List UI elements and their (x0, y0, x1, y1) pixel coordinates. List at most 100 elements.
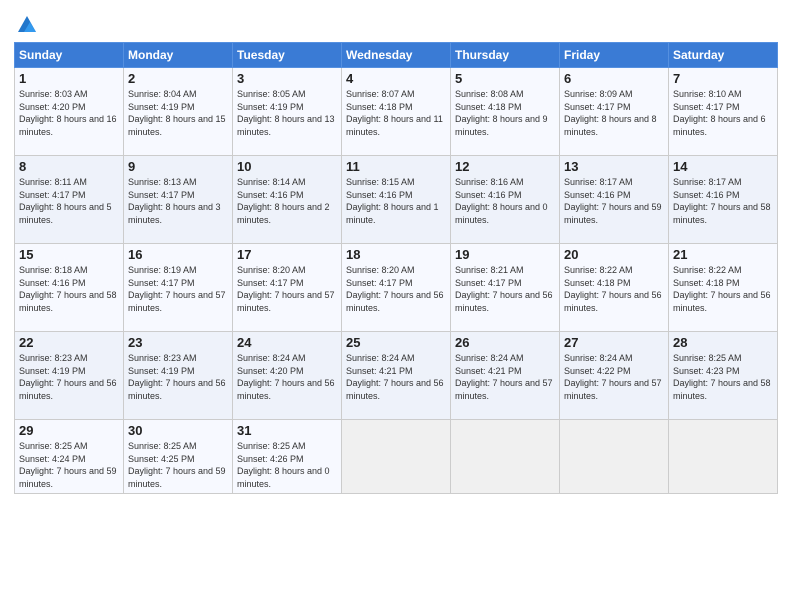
calendar-cell: 3 Sunrise: 8:05 AMSunset: 4:19 PMDayligh… (233, 68, 342, 156)
calendar-week-row: 8 Sunrise: 8:11 AMSunset: 4:17 PMDayligh… (15, 156, 778, 244)
calendar-cell: 25 Sunrise: 8:24 AMSunset: 4:21 PMDaylig… (342, 332, 451, 420)
day-info: Sunrise: 8:20 AMSunset: 4:17 PMDaylight:… (237, 265, 335, 313)
day-number: 21 (673, 247, 773, 262)
logo (14, 10, 38, 36)
day-number: 28 (673, 335, 773, 350)
calendar-week-row: 29 Sunrise: 8:25 AMSunset: 4:24 PMDaylig… (15, 420, 778, 494)
calendar-week-row: 1 Sunrise: 8:03 AMSunset: 4:20 PMDayligh… (15, 68, 778, 156)
calendar-cell: 6 Sunrise: 8:09 AMSunset: 4:17 PMDayligh… (560, 68, 669, 156)
day-info: Sunrise: 8:25 AMSunset: 4:24 PMDaylight:… (19, 441, 117, 489)
calendar-cell: 13 Sunrise: 8:17 AMSunset: 4:16 PMDaylig… (560, 156, 669, 244)
day-number: 26 (455, 335, 555, 350)
column-header-wednesday: Wednesday (342, 43, 451, 68)
day-info: Sunrise: 8:20 AMSunset: 4:17 PMDaylight:… (346, 265, 444, 313)
day-number: 6 (564, 71, 664, 86)
calendar-cell: 20 Sunrise: 8:22 AMSunset: 4:18 PMDaylig… (560, 244, 669, 332)
day-info: Sunrise: 8:17 AMSunset: 4:16 PMDaylight:… (564, 177, 662, 225)
day-number: 12 (455, 159, 555, 174)
day-number: 4 (346, 71, 446, 86)
calendar-cell: 8 Sunrise: 8:11 AMSunset: 4:17 PMDayligh… (15, 156, 124, 244)
column-header-tuesday: Tuesday (233, 43, 342, 68)
day-number: 3 (237, 71, 337, 86)
calendar-header-row: SundayMondayTuesdayWednesdayThursdayFrid… (15, 43, 778, 68)
day-info: Sunrise: 8:08 AMSunset: 4:18 PMDaylight:… (455, 89, 548, 137)
day-number: 30 (128, 423, 228, 438)
calendar-cell: 2 Sunrise: 8:04 AMSunset: 4:19 PMDayligh… (124, 68, 233, 156)
day-number: 18 (346, 247, 446, 262)
column-header-friday: Friday (560, 43, 669, 68)
page: SundayMondayTuesdayWednesdayThursdayFrid… (0, 0, 792, 612)
calendar-cell: 15 Sunrise: 8:18 AMSunset: 4:16 PMDaylig… (15, 244, 124, 332)
day-info: Sunrise: 8:03 AMSunset: 4:20 PMDaylight:… (19, 89, 117, 137)
calendar-cell: 1 Sunrise: 8:03 AMSunset: 4:20 PMDayligh… (15, 68, 124, 156)
column-header-monday: Monday (124, 43, 233, 68)
column-header-sunday: Sunday (15, 43, 124, 68)
day-info: Sunrise: 8:07 AMSunset: 4:18 PMDaylight:… (346, 89, 443, 137)
day-info: Sunrise: 8:24 AMSunset: 4:20 PMDaylight:… (237, 353, 335, 401)
day-info: Sunrise: 8:16 AMSunset: 4:16 PMDaylight:… (455, 177, 548, 225)
day-info: Sunrise: 8:22 AMSunset: 4:18 PMDaylight:… (564, 265, 662, 313)
day-info: Sunrise: 8:13 AMSunset: 4:17 PMDaylight:… (128, 177, 221, 225)
day-number: 20 (564, 247, 664, 262)
day-info: Sunrise: 8:15 AMSunset: 4:16 PMDaylight:… (346, 177, 439, 225)
calendar-cell: 5 Sunrise: 8:08 AMSunset: 4:18 PMDayligh… (451, 68, 560, 156)
calendar-cell: 19 Sunrise: 8:21 AMSunset: 4:17 PMDaylig… (451, 244, 560, 332)
calendar-cell: 18 Sunrise: 8:20 AMSunset: 4:17 PMDaylig… (342, 244, 451, 332)
calendar-cell: 7 Sunrise: 8:10 AMSunset: 4:17 PMDayligh… (669, 68, 778, 156)
day-number: 13 (564, 159, 664, 174)
calendar-cell: 11 Sunrise: 8:15 AMSunset: 4:16 PMDaylig… (342, 156, 451, 244)
calendar-cell (451, 420, 560, 494)
calendar-cell: 10 Sunrise: 8:14 AMSunset: 4:16 PMDaylig… (233, 156, 342, 244)
calendar-cell: 23 Sunrise: 8:23 AMSunset: 4:19 PMDaylig… (124, 332, 233, 420)
day-number: 24 (237, 335, 337, 350)
calendar-cell: 4 Sunrise: 8:07 AMSunset: 4:18 PMDayligh… (342, 68, 451, 156)
day-info: Sunrise: 8:25 AMSunset: 4:25 PMDaylight:… (128, 441, 226, 489)
day-info: Sunrise: 8:25 AMSunset: 4:26 PMDaylight:… (237, 441, 330, 489)
day-info: Sunrise: 8:22 AMSunset: 4:18 PMDaylight:… (673, 265, 771, 313)
day-info: Sunrise: 8:04 AMSunset: 4:19 PMDaylight:… (128, 89, 226, 137)
day-number: 8 (19, 159, 119, 174)
day-number: 23 (128, 335, 228, 350)
day-info: Sunrise: 8:25 AMSunset: 4:23 PMDaylight:… (673, 353, 771, 401)
calendar: SundayMondayTuesdayWednesdayThursdayFrid… (14, 42, 778, 494)
day-info: Sunrise: 8:17 AMSunset: 4:16 PMDaylight:… (673, 177, 771, 225)
calendar-cell: 27 Sunrise: 8:24 AMSunset: 4:22 PMDaylig… (560, 332, 669, 420)
day-info: Sunrise: 8:23 AMSunset: 4:19 PMDaylight:… (128, 353, 226, 401)
day-number: 14 (673, 159, 773, 174)
header (14, 10, 778, 36)
day-info: Sunrise: 8:19 AMSunset: 4:17 PMDaylight:… (128, 265, 226, 313)
day-number: 11 (346, 159, 446, 174)
calendar-cell (560, 420, 669, 494)
day-info: Sunrise: 8:24 AMSunset: 4:21 PMDaylight:… (346, 353, 444, 401)
column-header-thursday: Thursday (451, 43, 560, 68)
calendar-cell (669, 420, 778, 494)
day-info: Sunrise: 8:11 AMSunset: 4:17 PMDaylight:… (19, 177, 112, 225)
day-number: 17 (237, 247, 337, 262)
calendar-cell: 22 Sunrise: 8:23 AMSunset: 4:19 PMDaylig… (15, 332, 124, 420)
column-header-saturday: Saturday (669, 43, 778, 68)
day-info: Sunrise: 8:24 AMSunset: 4:21 PMDaylight:… (455, 353, 553, 401)
day-number: 25 (346, 335, 446, 350)
day-number: 9 (128, 159, 228, 174)
day-info: Sunrise: 8:23 AMSunset: 4:19 PMDaylight:… (19, 353, 117, 401)
day-number: 2 (128, 71, 228, 86)
calendar-week-row: 15 Sunrise: 8:18 AMSunset: 4:16 PMDaylig… (15, 244, 778, 332)
day-number: 29 (19, 423, 119, 438)
calendar-cell: 21 Sunrise: 8:22 AMSunset: 4:18 PMDaylig… (669, 244, 778, 332)
day-number: 19 (455, 247, 555, 262)
day-info: Sunrise: 8:09 AMSunset: 4:17 PMDaylight:… (564, 89, 657, 137)
calendar-cell: 31 Sunrise: 8:25 AMSunset: 4:26 PMDaylig… (233, 420, 342, 494)
calendar-cell: 30 Sunrise: 8:25 AMSunset: 4:25 PMDaylig… (124, 420, 233, 494)
calendar-cell: 9 Sunrise: 8:13 AMSunset: 4:17 PMDayligh… (124, 156, 233, 244)
day-info: Sunrise: 8:18 AMSunset: 4:16 PMDaylight:… (19, 265, 117, 313)
calendar-cell (342, 420, 451, 494)
day-number: 16 (128, 247, 228, 262)
day-number: 7 (673, 71, 773, 86)
day-info: Sunrise: 8:05 AMSunset: 4:19 PMDaylight:… (237, 89, 335, 137)
calendar-cell: 17 Sunrise: 8:20 AMSunset: 4:17 PMDaylig… (233, 244, 342, 332)
calendar-week-row: 22 Sunrise: 8:23 AMSunset: 4:19 PMDaylig… (15, 332, 778, 420)
calendar-cell: 26 Sunrise: 8:24 AMSunset: 4:21 PMDaylig… (451, 332, 560, 420)
day-number: 5 (455, 71, 555, 86)
day-number: 10 (237, 159, 337, 174)
day-number: 1 (19, 71, 119, 86)
